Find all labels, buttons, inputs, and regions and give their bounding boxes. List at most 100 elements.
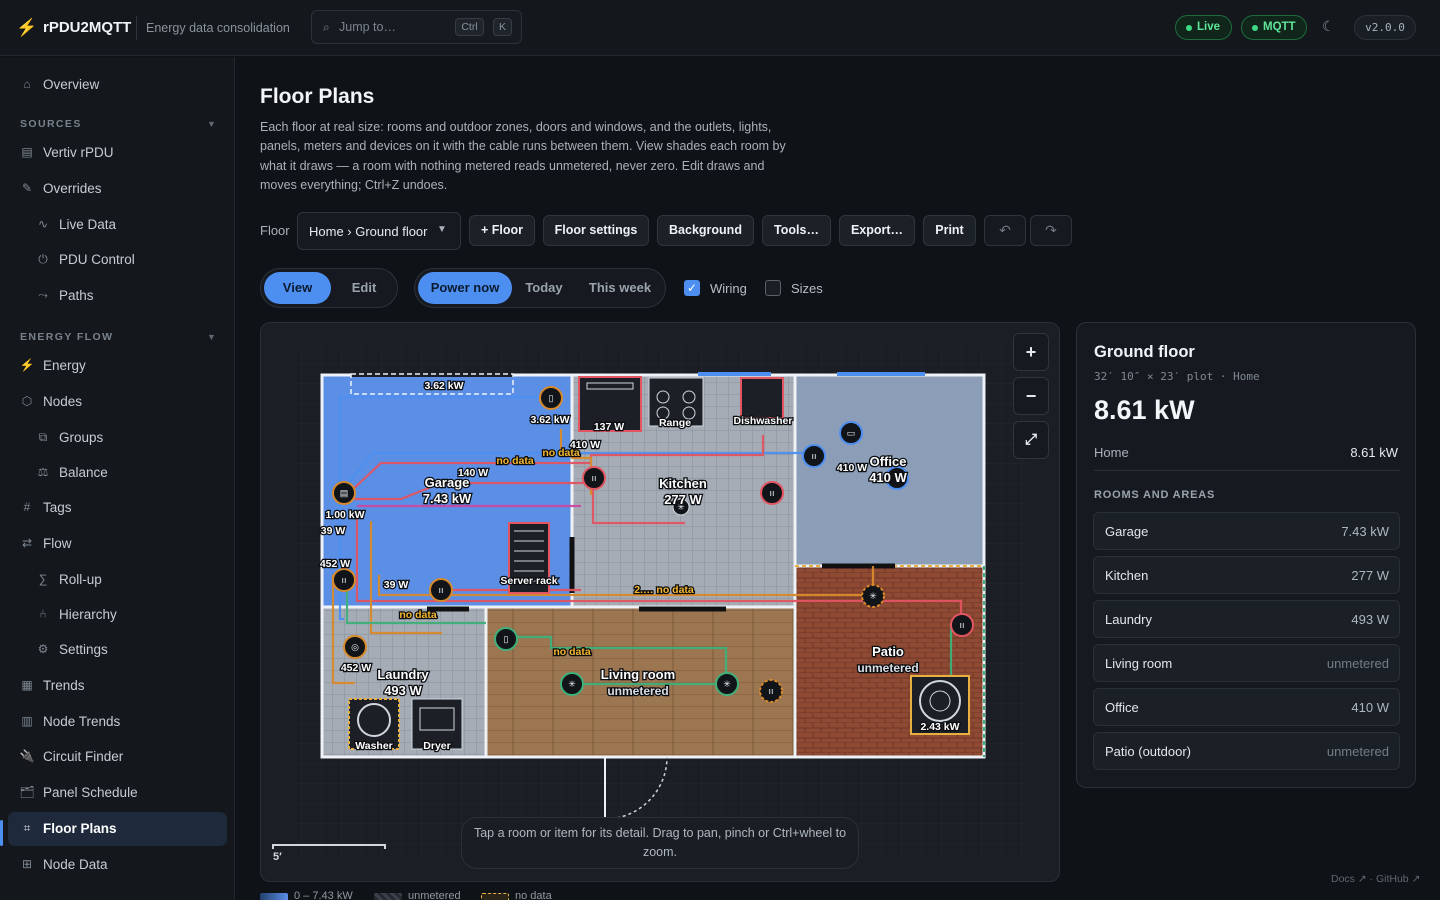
top-bar: ⚡ rPDU2MQTT Energy data consolidation ⌕ … xyxy=(0,0,1440,56)
sidebar-item-roll-up[interactable]: ∑ Roll-up xyxy=(8,563,227,597)
chevron-down-icon: ▼ xyxy=(437,224,447,235)
floor-plan-canvas[interactable]: ▯ ▤ ıı ıı ıı ıı ıı ▭ ◎ ▯ ✳ ✳ ıı ✳ ıı ✳ 3.62 kW 3.62 … xyxy=(260,322,1060,882)
bar-chart-icon: ▦ xyxy=(21,678,33,692)
floor-select[interactable]: Home › Ground floor ▼ xyxy=(297,212,461,250)
room-name: Kitchen xyxy=(1105,568,1149,583)
chevron-down-icon[interactable]: ▼ xyxy=(207,119,216,129)
hexagon-icon: ⬡ xyxy=(21,394,33,408)
office-410-label: 410 W xyxy=(837,462,867,474)
sidebar-item-floor-plans[interactable]: ⌗ Floor Plans xyxy=(8,812,227,846)
svg-text:✳: ✳ xyxy=(723,679,731,689)
sidebar-item-tags[interactable]: # Tags xyxy=(8,491,227,525)
app-subtitle: Energy data consolidation xyxy=(146,21,290,35)
edit-mode-button[interactable]: Edit xyxy=(333,272,395,304)
sidebar-item-node-data[interactable]: ⊞ Node Data xyxy=(8,848,227,882)
theme-toggle-moon-icon[interactable]: ☾ xyxy=(1322,18,1335,35)
folder-icon: 🗂 xyxy=(19,785,35,799)
app-name[interactable]: rPDU2MQTT xyxy=(43,19,131,36)
sidebar-item-label: Energy xyxy=(43,358,86,373)
legend-unmetered: unmetered xyxy=(408,890,461,900)
jump-to-search[interactable]: ⌕ Jump to… Ctrl K xyxy=(311,10,522,44)
svg-text:ıı: ıı xyxy=(811,451,816,461)
view-edit-toggle: View Edit xyxy=(260,268,398,308)
room-value: 277 W xyxy=(1351,568,1389,583)
sidebar-item-vertiv[interactable]: ▤ Vertiv rPDU xyxy=(8,136,227,170)
sidebar-item-settings[interactable]: ⚙ Settings xyxy=(8,633,227,667)
room-row[interactable]: Garage 7.43 kW xyxy=(1093,512,1400,550)
redo-icon[interactable]: ↷ xyxy=(1030,215,1072,246)
sizes-checkbox[interactable] xyxy=(765,280,781,296)
sources-heading[interactable]: SOURCES xyxy=(20,118,82,130)
sidebar-item-paths[interactable]: ⤳ Paths xyxy=(8,279,227,313)
today-button[interactable]: Today xyxy=(514,272,574,304)
wiring-label[interactable]: Wiring xyxy=(710,281,747,296)
zoom-out-button[interactable]: − xyxy=(1013,377,1049,415)
floor-settings-button[interactable]: Floor settings xyxy=(543,215,649,246)
fit-view-icon[interactable]: ⤢ xyxy=(1013,421,1049,459)
room-row[interactable]: Laundry 493 W xyxy=(1093,600,1400,638)
sidebar-item-panel-schedule[interactable]: 🗂 Panel Schedule xyxy=(8,776,227,810)
energy-flow-heading[interactable]: ENERGY FLOW xyxy=(20,331,113,343)
sidebar-item-trends[interactable]: ▦ Trends xyxy=(8,669,227,703)
kitchen-value: 277 W xyxy=(664,492,702,507)
wiring-checkbox[interactable]: ✓ xyxy=(684,280,700,296)
garage-top-label: 3.62 kW xyxy=(424,380,463,392)
sidebar-item-overrides[interactable]: ✎ Overrides xyxy=(8,172,227,206)
tools-button[interactable]: Tools… xyxy=(762,215,831,246)
dishwasher-device[interactable] xyxy=(740,377,784,419)
divider xyxy=(1094,470,1400,471)
sidebar-item-live-data[interactable]: ∿ Live Data xyxy=(8,208,227,242)
dishwasher-label: Dishwasher xyxy=(734,415,793,427)
svg-text:▭: ▭ xyxy=(847,428,856,438)
status-dot-icon xyxy=(1252,25,1258,31)
brand-divider xyxy=(136,16,137,40)
footer-links[interactable]: Docs ↗ · GitHub ↗ xyxy=(1331,873,1420,885)
gear-icon: ⚙ xyxy=(37,642,49,656)
svg-text:▯: ▯ xyxy=(504,634,509,644)
sidebar-item-node-trends[interactable]: ▥ Node Trends xyxy=(8,705,227,739)
sidebar-item-circuit-finder[interactable]: 🔌 Circuit Finder xyxy=(8,740,227,774)
sidebar-item-label: Flow xyxy=(43,536,72,551)
panel-title: Ground floor xyxy=(1094,343,1195,361)
sidebar-item-hierarchy[interactable]: ⑃ Hierarchy xyxy=(8,598,227,632)
legend-nodata-swatch xyxy=(481,893,509,900)
room-row[interactable]: Living room unmetered xyxy=(1093,644,1400,682)
sidebar-item-nodes[interactable]: ⬡ Nodes xyxy=(8,385,227,419)
export-button[interactable]: Export… xyxy=(839,215,915,246)
add-floor-button[interactable]: + Floor xyxy=(469,215,535,246)
sidebar-item-label: Groups xyxy=(59,430,104,445)
svg-text:✳: ✳ xyxy=(568,679,576,689)
this-week-button[interactable]: This week xyxy=(577,272,663,304)
room-value: unmetered xyxy=(1326,744,1389,759)
patio-value: unmetered xyxy=(857,661,918,675)
sidebar-item-pdu-control[interactable]: ⏻ PDU Control xyxy=(8,243,227,277)
room-living[interactable] xyxy=(486,607,795,757)
mqtt-status-badge[interactable]: MQTT xyxy=(1241,15,1307,40)
sidebar-item-balance[interactable]: ⚖ Balance xyxy=(8,456,227,490)
oven-label: 137 W xyxy=(594,421,624,433)
hash-icon: # xyxy=(23,500,31,514)
rooms-heading: ROOMS AND AREAS xyxy=(1094,489,1216,501)
legend-unmetered-swatch xyxy=(374,893,402,900)
live-status-badge[interactable]: Live xyxy=(1175,15,1232,40)
sidebar-item-groups[interactable]: ⧉ Groups xyxy=(8,421,227,455)
background-button[interactable]: Background xyxy=(657,215,754,246)
dryer-label: Dryer xyxy=(423,740,450,752)
chevron-down-icon[interactable]: ▼ xyxy=(207,332,216,342)
undo-icon[interactable]: ↶ xyxy=(984,215,1026,246)
power-now-button[interactable]: Power now xyxy=(418,272,512,304)
sizes-label[interactable]: Sizes xyxy=(791,281,823,296)
sidebar-item-flow[interactable]: ⇄ Flow xyxy=(8,527,227,561)
sidebar-item-overview[interactable]: ⌂ Overview xyxy=(8,68,227,102)
print-button[interactable]: Print xyxy=(923,215,976,246)
zoom-in-button[interactable]: + xyxy=(1013,333,1049,371)
sidebar-item-label: Overrides xyxy=(43,181,102,196)
svg-text:ıı: ıı xyxy=(959,620,964,630)
room-row[interactable]: Kitchen 277 W xyxy=(1093,556,1400,594)
room-row[interactable]: Patio (outdoor) unmetered xyxy=(1093,732,1400,770)
room-row[interactable]: Office 410 W xyxy=(1093,688,1400,726)
g39-label: 39 W xyxy=(321,525,346,537)
laundry-452-label: 452 W xyxy=(341,662,371,674)
view-mode-button[interactable]: View xyxy=(264,272,331,304)
sidebar-item-energy[interactable]: ⚡ Energy xyxy=(8,349,227,383)
